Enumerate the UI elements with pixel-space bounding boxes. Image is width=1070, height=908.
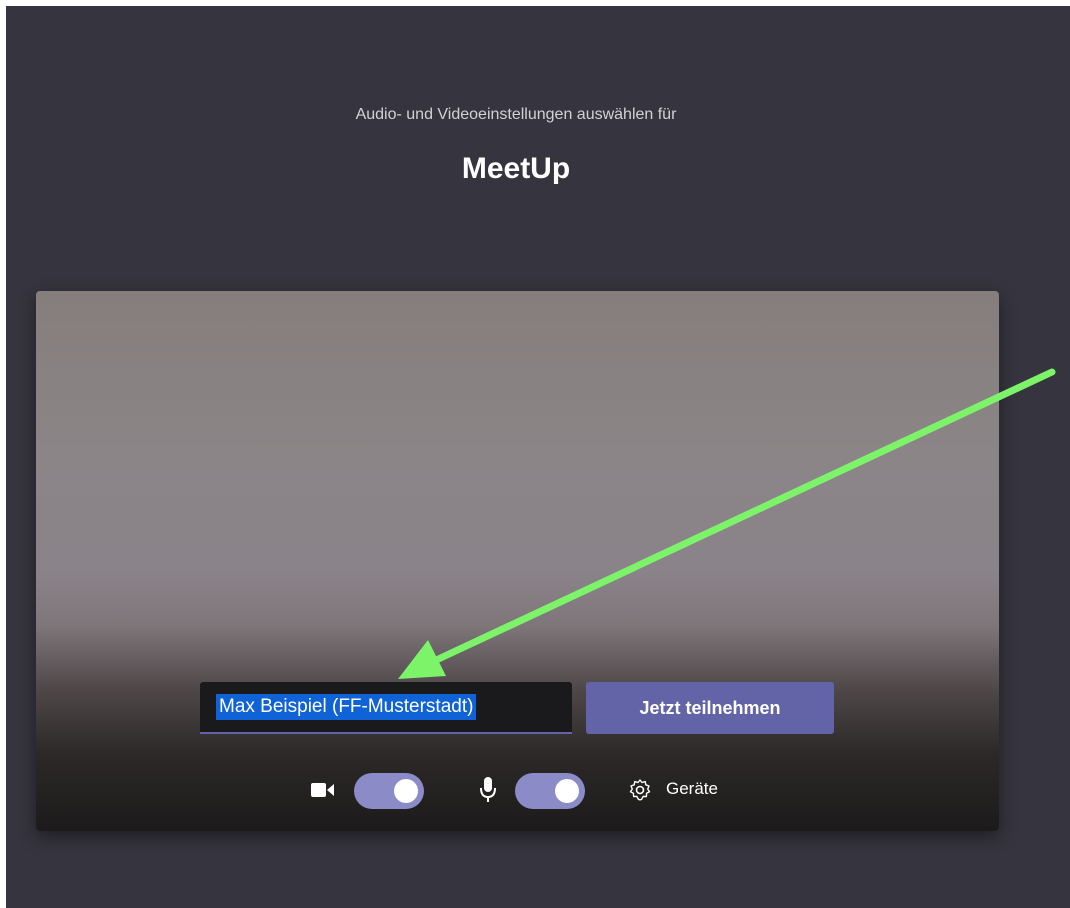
camera-toggle[interactable]	[354, 773, 424, 809]
join-now-button[interactable]: Jetzt teilnehmen	[586, 682, 834, 734]
devices-button[interactable]: Geräte	[666, 779, 718, 799]
display-name-input[interactable]: Max Beispiel (FF-Musterstadt)	[200, 682, 572, 734]
prejoin-subtitle: Audio- und Videoeinstellungen auswählen …	[355, 106, 677, 123]
video-preview: Max Beispiel (FF-Musterstadt) Jetzt teil…	[36, 291, 999, 831]
microphone-toggle[interactable]	[515, 773, 585, 809]
camera-icon	[311, 783, 334, 797]
microphone-toggle-knob	[555, 779, 579, 803]
microphone-icon	[480, 777, 496, 802]
meeting-prejoin-screen: Audio- und Videoeinstellungen auswählen …	[6, 6, 1070, 908]
gear-icon[interactable]	[628, 778, 652, 802]
meeting-title: MeetUp	[461, 152, 571, 185]
display-name-value: Max Beispiel (FF-Musterstadt)	[216, 694, 477, 720]
camera-toggle-knob	[394, 779, 418, 803]
device-controls: Geräte	[36, 771, 999, 811]
